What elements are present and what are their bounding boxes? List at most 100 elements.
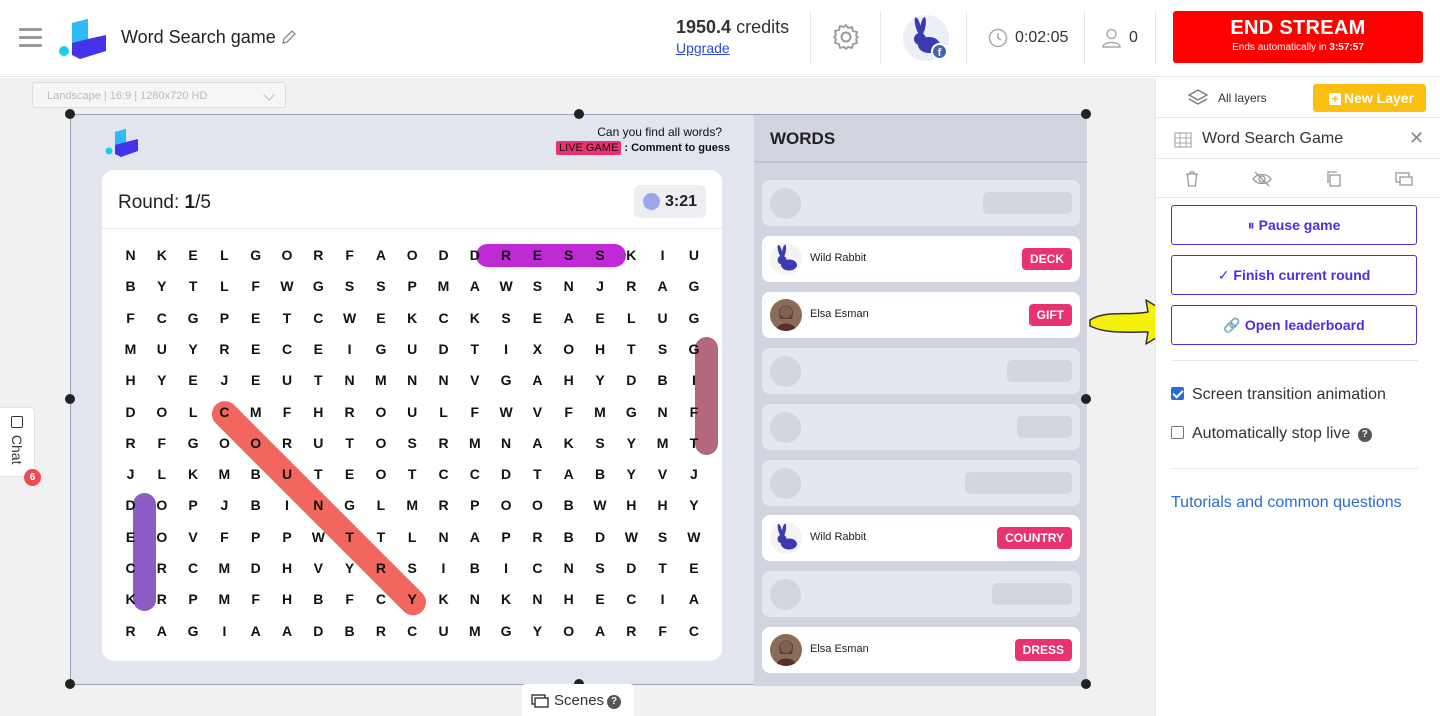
hide-icon[interactable] <box>1252 170 1272 188</box>
grid-letter: H <box>594 340 606 357</box>
grid-letter: W <box>624 528 638 545</box>
player-name: Wild Rabbit <box>810 251 867 264</box>
grid-letter: N <box>501 434 512 451</box>
resize-handle[interactable] <box>65 109 75 119</box>
grid-letter: A <box>532 434 543 451</box>
resize-handle[interactable] <box>1081 109 1091 119</box>
new-layer-label: New Layer <box>1344 90 1415 106</box>
grid-letter: F <box>470 403 480 420</box>
resolution-select[interactable]: Landscape | 16:9 | 1280x720 HD <box>32 82 286 108</box>
divider <box>966 12 967 64</box>
words-panel: WORDS Wild Rabbit DECK Elsa Esman GIFT Wild … <box>754 115 1087 686</box>
trash-icon[interactable] <box>1183 170 1201 188</box>
pause-game-button[interactable]: ⏸ Pause game <box>1171 205 1417 245</box>
grid-letter: D <box>125 497 136 514</box>
duplicate-icon[interactable] <box>1325 170 1343 188</box>
move-to-scene-icon[interactable] <box>1395 170 1413 188</box>
grid-letter: G <box>187 434 199 451</box>
close-icon[interactable]: ✕ <box>1409 128 1424 149</box>
top-bar: Word Search game 1950.4 credits Upgrade … <box>0 0 1440 77</box>
end-stream-button[interactable]: END STREAM Ends automatically in 3:57:57 <box>1173 11 1423 63</box>
grid-letter: B <box>250 497 261 514</box>
grid-letter: A <box>281 622 293 639</box>
grid-letter: K <box>125 591 136 608</box>
help-icon[interactable]: ? <box>607 695 622 709</box>
grid-letter: C <box>219 403 230 420</box>
finish-round-button[interactable]: ✓ Finish current round <box>1171 255 1417 295</box>
grid-letter: J <box>596 278 604 295</box>
grid-letter: D <box>125 403 136 420</box>
chat-tab[interactable]: Chat <box>0 407 35 477</box>
grid-letter: S <box>344 278 355 295</box>
workspace: Landscape | 16:9 | 1280x720 HD Can you f… <box>0 78 1155 716</box>
grid-letter: U <box>156 340 167 357</box>
gear-icon[interactable] <box>832 23 860 51</box>
grid-letter: P <box>188 591 198 608</box>
all-layers-button[interactable]: All layers <box>1218 91 1267 105</box>
transition-option[interactable]: Screen transition animation <box>1171 386 1386 404</box>
word-tag: DECK <box>1021 247 1072 270</box>
found-word-row: Elsa Esman GIFT <box>762 291 1080 338</box>
grid-letter: M <box>218 560 231 576</box>
grid-letter: R <box>375 622 386 639</box>
grid-letter: G <box>187 309 199 326</box>
transition-checkbox[interactable] <box>1171 387 1184 400</box>
menu-icon[interactable] <box>19 28 42 47</box>
grid-letter: U <box>688 247 699 263</box>
new-layer-button[interactable]: + New Layer <box>1313 84 1426 112</box>
grid-letter: W <box>311 528 325 545</box>
grid-letter: K <box>626 247 637 263</box>
autostop-label: Automatically stop live <box>1192 425 1351 442</box>
layer-name: Word Search Game <box>1202 130 1344 147</box>
grid-letter: N <box>563 278 574 295</box>
help-icon[interactable]: ? <box>1357 428 1372 442</box>
grid-letter: C <box>438 309 449 326</box>
grid-letter: I <box>285 497 289 514</box>
tutorials-link[interactable]: Tutorials and common questions <box>1171 494 1402 512</box>
grid-letter: N <box>407 372 418 389</box>
resize-handle[interactable] <box>1081 394 1091 404</box>
grid-letter: M <box>594 403 606 420</box>
layer-toolbar <box>1156 160 1440 198</box>
grid-letter: I <box>660 247 665 263</box>
divider <box>810 12 811 64</box>
grid-letter: U <box>281 372 293 389</box>
divider <box>880 12 881 64</box>
autostop-option[interactable]: Automatically stop live ? <box>1171 425 1372 443</box>
resize-handle[interactable] <box>65 394 75 404</box>
empty-word-slot <box>762 459 1080 506</box>
resize-handle[interactable] <box>1081 679 1091 689</box>
round-time-left: 3:21 <box>665 193 698 210</box>
grid-letter: M <box>406 497 419 514</box>
finish-label: Finish current round <box>1233 267 1371 283</box>
scenes-icon <box>531 694 549 708</box>
grid-letter: B <box>125 278 136 295</box>
grid-letter: O <box>218 434 230 451</box>
autostop-checkbox[interactable] <box>1171 426 1184 439</box>
grid-letter: L <box>376 497 386 514</box>
grid-letter: E <box>595 591 605 608</box>
grid-letter: U <box>407 403 418 420</box>
open-leaderboard-button[interactable]: 🔗 Open leaderboard <box>1171 305 1417 345</box>
grid-letter: J <box>220 372 229 389</box>
pencil-icon[interactable] <box>281 29 297 45</box>
grid-letter: C <box>313 309 324 326</box>
grid-letter: H <box>313 403 324 420</box>
resize-handle[interactable] <box>574 109 584 119</box>
chat-bubble-icon <box>11 416 23 428</box>
layers-icon <box>1187 89 1209 105</box>
credits-unit: credits <box>736 17 790 37</box>
grid-letter: O <box>406 247 418 263</box>
grid-letter: R <box>501 247 512 263</box>
chat-label-text: Chat <box>9 434 25 465</box>
resize-handle[interactable] <box>65 679 75 689</box>
grid-letter: O <box>375 403 387 420</box>
grid-letter: D <box>594 528 606 545</box>
grid-letter: O <box>250 434 262 451</box>
upgrade-link[interactable]: Upgrade <box>676 40 730 56</box>
grid-letter: J <box>689 466 698 483</box>
scenes-button[interactable]: Scenes? <box>522 684 634 716</box>
grid-letter: E <box>125 528 136 545</box>
grid-letter: N <box>313 497 324 514</box>
stream-canvas[interactable]: Can you find all words? LIVE GAME : Comm… <box>65 109 1091 689</box>
